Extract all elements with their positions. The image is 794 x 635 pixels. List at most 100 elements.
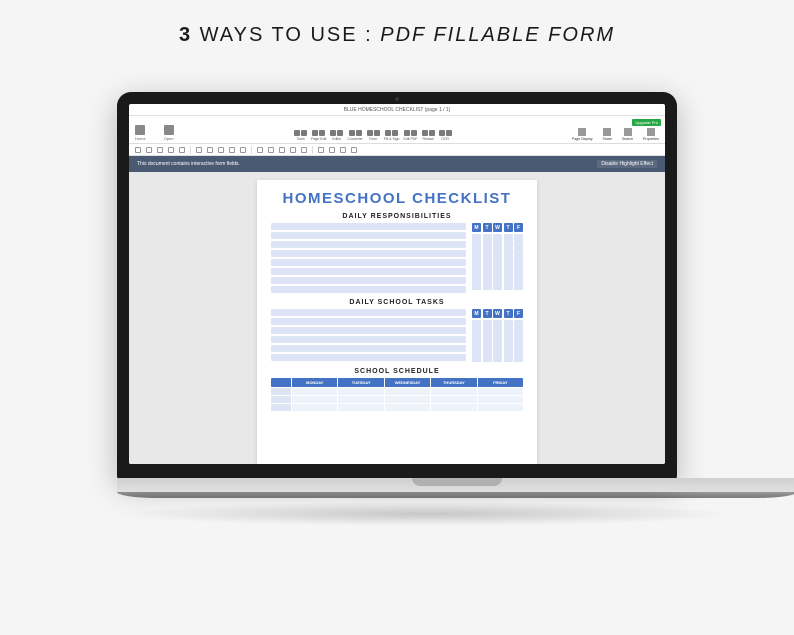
day-checkbox[interactable]: [483, 334, 492, 341]
day-checkbox[interactable]: [504, 262, 513, 269]
schedule-cell[interactable]: [385, 396, 430, 403]
day-checkbox[interactable]: [472, 269, 481, 276]
day-checkbox[interactable]: [493, 234, 502, 241]
subtool-icon[interactable]: [290, 147, 296, 153]
day-checkbox[interactable]: [514, 255, 523, 262]
day-checkbox[interactable]: [493, 327, 502, 334]
schedule-cell[interactable]: [338, 404, 383, 411]
subtool-icon[interactable]: [301, 147, 307, 153]
subtool-icon[interactable]: [157, 147, 163, 153]
day-checkbox[interactable]: [514, 355, 523, 362]
toolbar-group[interactable]: Tools: [294, 130, 307, 141]
toolbar-group[interactable]: OCR: [439, 130, 452, 141]
day-checkbox[interactable]: [493, 320, 502, 327]
day-checkbox[interactable]: [472, 320, 481, 327]
day-checkbox[interactable]: [483, 248, 492, 255]
day-checkbox[interactable]: [514, 320, 523, 327]
schedule-cell[interactable]: [385, 404, 430, 411]
day-checkbox[interactable]: [514, 348, 523, 355]
fillable-line[interactable]: [271, 354, 466, 361]
fillable-line[interactable]: [271, 345, 466, 352]
day-checkbox[interactable]: [514, 283, 523, 290]
schedule-cell[interactable]: [431, 388, 476, 395]
subtool-icon[interactable]: [179, 147, 185, 153]
day-checkbox[interactable]: [493, 334, 502, 341]
day-checkbox[interactable]: [514, 234, 523, 241]
day-checkbox[interactable]: [472, 283, 481, 290]
day-checkbox[interactable]: [493, 341, 502, 348]
toolbar-right-item[interactable]: Properties: [643, 128, 659, 141]
fillable-line[interactable]: [271, 286, 466, 293]
toolbar-right-item[interactable]: Page Display: [572, 128, 593, 141]
day-checkbox[interactable]: [504, 320, 513, 327]
day-checkbox[interactable]: [504, 269, 513, 276]
day-checkbox[interactable]: [514, 262, 523, 269]
fillable-line[interactable]: [271, 327, 466, 334]
toolbar-group[interactable]: Edit PDF: [403, 130, 417, 141]
day-checkbox[interactable]: [472, 241, 481, 248]
day-checkbox[interactable]: [504, 341, 513, 348]
day-checkbox[interactable]: [472, 248, 481, 255]
day-checkbox[interactable]: [493, 262, 502, 269]
day-checkbox[interactable]: [472, 255, 481, 262]
schedule-cell[interactable]: [292, 404, 337, 411]
day-checkbox[interactable]: [514, 327, 523, 334]
subtool-icon[interactable]: [146, 147, 152, 153]
day-checkbox[interactable]: [504, 334, 513, 341]
fillable-line[interactable]: [271, 268, 466, 275]
subtool-icon[interactable]: [329, 147, 335, 153]
fillable-line[interactable]: [271, 277, 466, 284]
fillable-line[interactable]: [271, 318, 466, 325]
day-checkbox[interactable]: [504, 255, 513, 262]
day-checkbox[interactable]: [514, 276, 523, 283]
day-checkbox[interactable]: [514, 241, 523, 248]
subtool-icon[interactable]: [240, 147, 246, 153]
day-checkbox[interactable]: [483, 269, 492, 276]
day-checkbox[interactable]: [504, 241, 513, 248]
subtool-icon[interactable]: [196, 147, 202, 153]
schedule-cell[interactable]: [338, 396, 383, 403]
subtool-icon[interactable]: [207, 147, 213, 153]
day-checkbox[interactable]: [504, 348, 513, 355]
day-checkbox[interactable]: [483, 276, 492, 283]
toolbar-right-item[interactable]: Share: [603, 128, 612, 141]
day-checkbox[interactable]: [483, 355, 492, 362]
upgrade-button[interactable]: Upgrade Pro: [632, 119, 661, 126]
day-checkbox[interactable]: [483, 255, 492, 262]
schedule-cell[interactable]: [292, 388, 337, 395]
day-checkbox[interactable]: [514, 269, 523, 276]
day-checkbox[interactable]: [493, 255, 502, 262]
day-checkbox[interactable]: [504, 234, 513, 241]
schedule-cell[interactable]: [478, 404, 523, 411]
day-checkbox[interactable]: [493, 283, 502, 290]
schedule-time-cell[interactable]: [271, 404, 291, 411]
day-checkbox[interactable]: [483, 327, 492, 334]
day-checkbox[interactable]: [493, 241, 502, 248]
day-checkbox[interactable]: [483, 234, 492, 241]
schedule-cell[interactable]: [478, 396, 523, 403]
day-checkbox[interactable]: [472, 327, 481, 334]
toolbar-group[interactable]: Editor: [330, 130, 343, 141]
toolbar-open[interactable]: Open: [164, 125, 174, 141]
day-checkbox[interactable]: [483, 348, 492, 355]
schedule-time-cell[interactable]: [271, 388, 291, 395]
day-checkbox[interactable]: [483, 241, 492, 248]
day-checkbox[interactable]: [472, 262, 481, 269]
subtool-icon[interactable]: [318, 147, 324, 153]
day-checkbox[interactable]: [493, 348, 502, 355]
subtool-icon[interactable]: [279, 147, 285, 153]
day-checkbox[interactable]: [483, 341, 492, 348]
fillable-line[interactable]: [271, 259, 466, 266]
schedule-cell[interactable]: [338, 388, 383, 395]
toolbar-group[interactable]: Page Edit: [311, 130, 326, 141]
subtool-icon[interactable]: [218, 147, 224, 153]
schedule-cell[interactable]: [431, 404, 476, 411]
day-checkbox[interactable]: [483, 320, 492, 327]
subtool-icon[interactable]: [340, 147, 346, 153]
disable-highlight-button[interactable]: Disable Highlight Effect: [597, 160, 657, 168]
fillable-line[interactable]: [271, 223, 466, 230]
day-checkbox[interactable]: [504, 283, 513, 290]
day-checkbox[interactable]: [514, 334, 523, 341]
toolbar-right-item[interactable]: Search: [622, 128, 633, 141]
day-checkbox[interactable]: [483, 283, 492, 290]
